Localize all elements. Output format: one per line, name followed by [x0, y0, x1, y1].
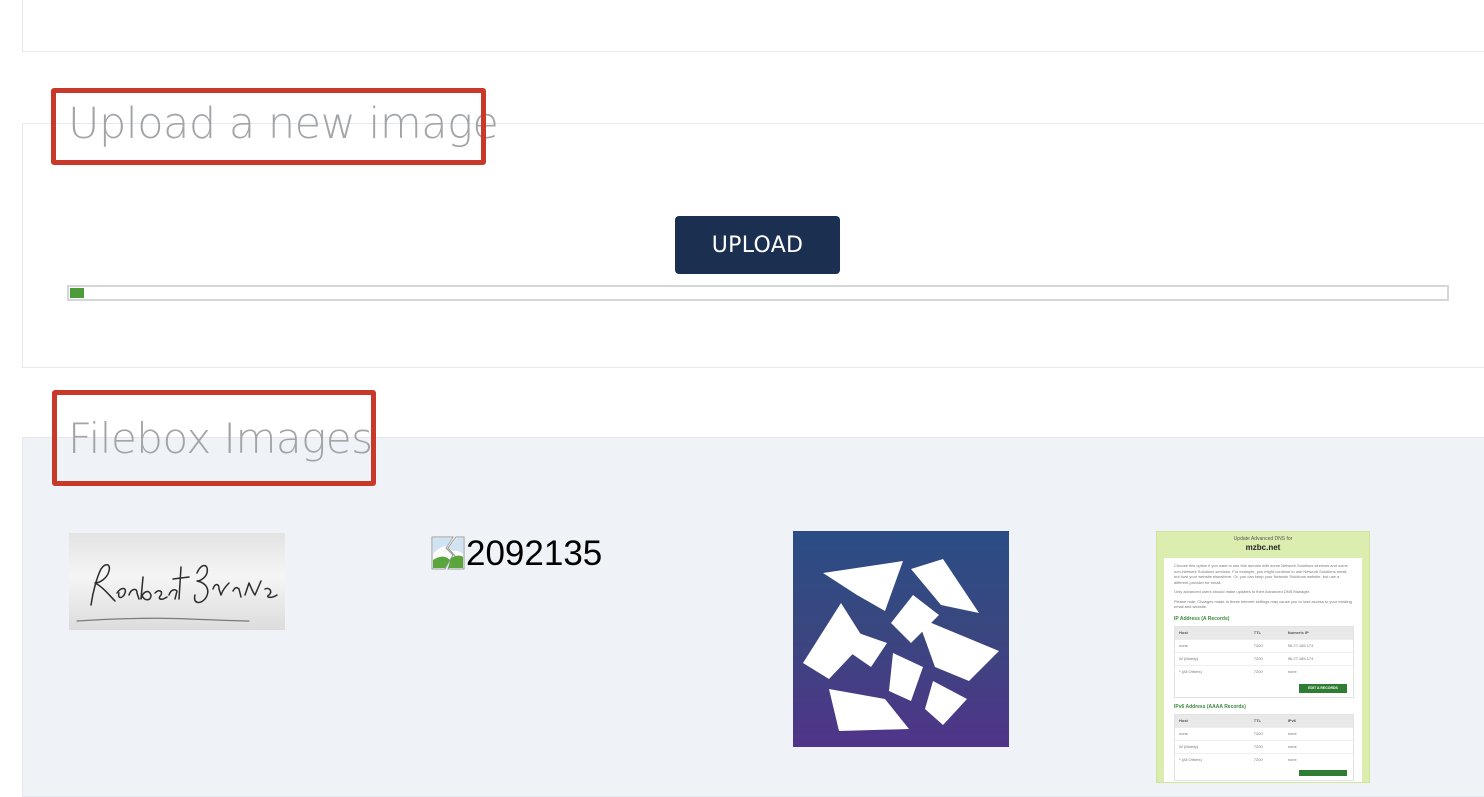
table-header-cell: Host [1179, 718, 1188, 723]
logo-drawing [803, 559, 999, 731]
table-header-cell: Numeric IP [1287, 630, 1309, 635]
dns-section-title-aaaa: IPv6 Address (AAAA Records) [1174, 703, 1246, 710]
table-header-row: Host TTL Numeric IP [1175, 626, 1353, 639]
table-row: none 7200 none [1175, 726, 1353, 740]
dns-a-records-table: Host TTL Numeric IP none 7200 96.27.185.… [1174, 625, 1354, 698]
table-cell: 7200 [1253, 643, 1263, 648]
upload-progress-bar [67, 285, 1449, 301]
table-cell: * (All Others) [1179, 669, 1202, 674]
table-cell: W (Mainly) [1179, 744, 1199, 749]
dns-screenshot-body: Choose this option if you want to use th… [1164, 558, 1362, 782]
table-header-cell: TTL [1253, 630, 1262, 635]
table-row: none 7200 96.27.185.174 [1175, 638, 1353, 652]
dns-screenshot-heading-domain: mzbc.net [1245, 543, 1281, 552]
upload-button[interactable]: UPLOAD [675, 216, 840, 274]
signature-drawing [76, 564, 278, 622]
broken-image-alt-text: 2092135 [466, 533, 603, 573]
table-header-row: Host TTL IPv6 [1175, 714, 1353, 727]
broken-image-icon [431, 536, 465, 570]
table-cell: W (Mainly) [1179, 656, 1199, 661]
table-cell: * (All Others) [1179, 757, 1202, 762]
dns-screenshot-thumbnail[interactable]: Update Advanced DNS for mzbc.net Choose … [1156, 531, 1370, 783]
table-row: W (Mainly) 7200 96.27.185.174 [1175, 651, 1353, 665]
upload-title-highlight-box [51, 88, 486, 165]
table-cell: none [1287, 744, 1297, 749]
table-cell: 96.27.185.174 [1287, 643, 1314, 648]
dns-section-title-a: IP Address (A Records) [1174, 615, 1230, 622]
table-header-cell: IPv6 [1287, 718, 1297, 723]
table-cell: 7200 [1253, 744, 1263, 749]
table-cell: none [1287, 669, 1297, 674]
table-row: * (All Others) 7200 none [1175, 752, 1353, 766]
table-cell: 96.27.185.174 [1287, 656, 1314, 661]
edit-aaaa-records-button [1299, 769, 1347, 776]
table-header-cell: TTL [1253, 718, 1262, 723]
table-row: W (Mainly) 7200 none [1175, 739, 1353, 753]
table-header-cell: Host [1179, 630, 1188, 635]
top-panel [22, 0, 1484, 52]
dns-paragraph: Only advanced users should make updates … [1174, 589, 1311, 594]
signature-image-thumbnail[interactable] [69, 533, 285, 630]
logo-image-thumbnail[interactable] [793, 531, 1009, 747]
dns-screenshot-heading-small: Update Advanced DNS for [1233, 536, 1293, 542]
edit-a-records-button: EDIT A RECORDS [1299, 683, 1347, 693]
dns-screenshot-header: Update Advanced DNS for mzbc.net [1157, 532, 1369, 558]
dns-paragraph: Please note: Changes made to these Inter… [1174, 598, 1352, 610]
table-cell: 7200 [1253, 731, 1263, 736]
table-cell: none [1287, 731, 1297, 736]
table-cell: none [1179, 731, 1188, 736]
dns-aaaa-records-table: Host TTL IPv6 none 7200 none W (Mainly) … [1174, 713, 1354, 781]
table-cell: 7200 [1253, 656, 1263, 661]
dns-paragraph: Choose this option if you want to use th… [1174, 563, 1348, 585]
upload-progress-fill [70, 288, 84, 298]
broken-image-thumbnail[interactable]: 2092135 [431, 531, 631, 575]
table-cell: none [1179, 643, 1188, 648]
table-row: * (All Others) 7200 none [1175, 664, 1353, 678]
table-cell: none [1287, 757, 1297, 762]
filebox-title-highlight-box [52, 390, 376, 486]
table-cell: 7200 [1253, 757, 1263, 762]
table-cell: 7200 [1253, 669, 1263, 674]
